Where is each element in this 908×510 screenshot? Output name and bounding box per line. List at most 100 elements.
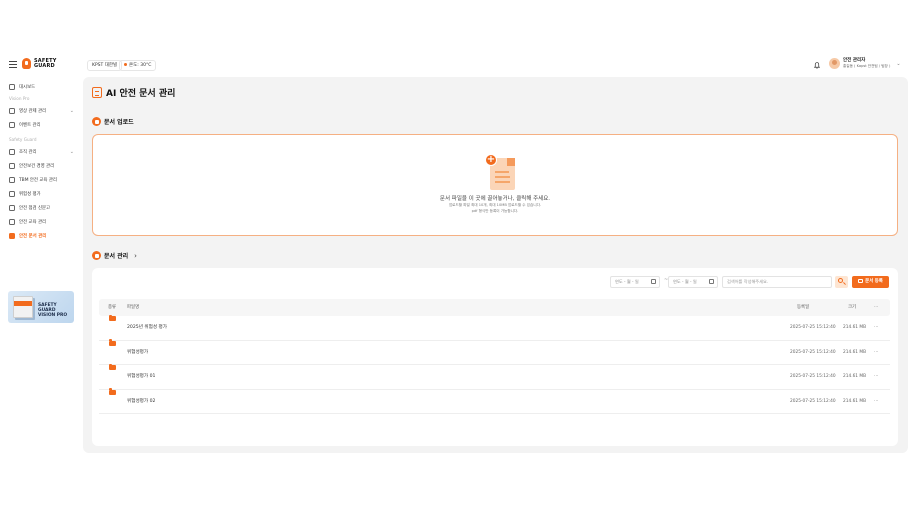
sidebar-item-label: 안전 교육 관리	[19, 220, 47, 225]
sidebar-item-documents[interactable]: 안전 문서 관리	[0, 229, 82, 243]
user-menu[interactable]: 안전 관리자 홍길동 ( Kapst 안전팀 / 팀장 ) ⌄	[829, 58, 901, 69]
temperature-dot-icon	[124, 63, 127, 66]
main-content: AI 안전 문서 관리 문서 업로드 + 문서 파일을 이 곳에 끌어놓거나, …	[83, 77, 908, 453]
menu-icon[interactable]	[9, 61, 17, 68]
site-chip[interactable]: KPST 대한빌	[87, 60, 123, 71]
table-header: 종류 파일명 등록일 크기 ···	[99, 299, 890, 316]
sidebar-item-event[interactable]: 이벤트 관리	[0, 118, 82, 132]
logo-line-2: GUARD	[34, 62, 55, 69]
table-row[interactable]: 위험성평가 02 2025-07-25 15:12:40 214.61 MB ·…	[99, 388, 890, 415]
bell-icon[interactable]	[814, 62, 820, 69]
chevron-down-icon: ⌄	[69, 108, 74, 114]
sidebar-section-safety-guard: Safety Guard	[9, 137, 37, 142]
date-from-input[interactable]: 연도 - 월 - 일	[610, 276, 660, 288]
sidebar-item-label: 대시보드	[19, 85, 36, 90]
register-document-button[interactable]: 문서 등록	[852, 276, 889, 288]
folder-plus-icon	[858, 278, 864, 283]
sidebar-item-education[interactable]: 안전 교육 관리	[0, 215, 82, 229]
more-icon[interactable]: ···	[874, 365, 878, 390]
sidebar-item-dashboard[interactable]: 대시보드	[0, 80, 82, 94]
file-date: 2025-07-25 15:12:40	[790, 349, 836, 355]
sidebar-item-label: 안전 문서 관리	[19, 234, 47, 239]
sidebar-item-label: 위험성 평가	[19, 192, 41, 197]
documents-heading-text: 문서 관리	[104, 253, 129, 260]
temperature-chip: 온도: 30°C	[119, 60, 157, 71]
upload-heading-text: 문서 업로드	[104, 119, 134, 126]
register-document-label: 문서 등록	[865, 279, 883, 284]
avatar	[829, 58, 840, 69]
file-add-icon: +	[485, 154, 515, 190]
column-more: ···	[874, 305, 879, 310]
folder-icon	[109, 388, 116, 395]
logo-text: SAFETY GUARD	[34, 58, 57, 69]
date-to-placeholder: 연도 - 월 - 일	[673, 279, 697, 284]
calendar-icon	[651, 279, 656, 284]
product-box-image	[13, 296, 33, 318]
upload-dropzone[interactable]: + 문서 파일을 이 곳에 끌어놓거나, 클릭해 주세요. 업로드할 파일 최대…	[92, 134, 898, 236]
management-icon	[9, 163, 15, 169]
app-root: SAFETY GUARD KPST 대한빌 온도: 30°C 안전 관리자 홍길…	[0, 0, 908, 510]
sidebar-item-risk[interactable]: 위험성 평가	[0, 187, 82, 201]
more-icon[interactable]: ···	[874, 341, 878, 366]
chevron-down-icon: ⌄	[69, 149, 74, 155]
file-date: 2025-07-25 15:12:40	[790, 398, 836, 404]
upload-limit-text: 업로드할 파일 최대 10개, 최대 10MB 업로드할 수 있습니다.	[448, 203, 542, 207]
banner-text: SAFETY GUARD VISION PRO	[38, 303, 74, 318]
file-date: 2025-07-25 15:12:40	[790, 374, 836, 379]
sidebar-item-management[interactable]: 안전보건 경영 관리	[0, 159, 82, 173]
document-icon	[9, 233, 15, 239]
upload-section-heading: 문서 업로드	[92, 117, 134, 126]
user-org: 홍길동 ( Kapst 안전팀 / 팀장 )	[843, 64, 891, 68]
file-name: 위험성평가	[127, 349, 149, 355]
organization-icon	[9, 149, 15, 155]
date-to-input[interactable]: 연도 - 월 - 일	[668, 276, 718, 288]
table-row[interactable]: 2025년 위험성 평가 2025-07-25 15:12:40 214.61 …	[99, 314, 890, 341]
file-size: 214.61 MB	[843, 374, 867, 379]
folder-icon	[92, 251, 101, 260]
tbm-icon	[9, 177, 15, 183]
column-date: 등록일	[797, 305, 810, 310]
sidebar-item-label: 이벤트 관리	[19, 123, 41, 128]
dashboard-icon	[9, 84, 15, 90]
more-icon[interactable]: ···	[874, 316, 878, 341]
event-icon	[9, 122, 15, 128]
folder-icon	[109, 363, 116, 370]
search-input[interactable]: 검색어를 작성해주세요.	[722, 276, 832, 288]
upload-instruction: 문서 파일을 이 곳에 끌어놓거나, 클릭해 주세요.	[439, 196, 551, 202]
date-from-placeholder: 연도 - 월 - 일	[615, 279, 639, 284]
table-row[interactable]: 위험성평가 01 2025-07-25 15:12:40 214.61 MB ·…	[99, 363, 890, 390]
page-title: AI 안전 문서 관리	[92, 86, 175, 99]
sidebar-item-inspection[interactable]: 안전 점검 신문고	[0, 201, 82, 215]
search-button[interactable]	[835, 276, 848, 288]
top-bar: SAFETY GUARD KPST 대한빌 온도: 30°C 안전 관리자 홍길…	[0, 56, 908, 76]
inspection-icon	[9, 205, 15, 211]
sidebar-item-label: 영상 관제 관리	[19, 109, 47, 114]
document-icon	[92, 87, 102, 98]
documents-card: 연도 - 월 - 일 ~ 연도 - 월 - 일 검색어를 작성해주세요. 문서 …	[92, 268, 898, 446]
shield-logo-icon	[22, 58, 31, 69]
vision-pro-banner[interactable]: SAFETY GUARD VISION PRO	[8, 291, 74, 323]
column-type: 종류	[108, 305, 117, 310]
risk-icon	[9, 191, 15, 197]
documents-section-heading[interactable]: 문서 관리 ›	[92, 251, 137, 260]
documents-table: 종류 파일명 등록일 크기 ··· 2025년 위험성 평가 2025-07-2…	[99, 299, 890, 414]
folder-icon	[109, 339, 116, 346]
folder-icon	[109, 314, 116, 321]
user-info: 안전 관리자 홍길동 ( Kapst 안전팀 / 팀장 )	[843, 58, 890, 69]
sidebar-item-video[interactable]: 영상 관제 관리 ⌄	[0, 104, 82, 118]
search-icon	[838, 278, 843, 283]
more-icon[interactable]: ···	[874, 390, 878, 415]
banner-line-2: VISION PRO	[38, 313, 68, 318]
sidebar: 대시보드 Vision Pro 영상 관제 관리 ⌄ 이벤트 관리 Safety …	[0, 80, 82, 243]
file-size: 214.61 MB	[843, 349, 867, 355]
sidebar-item-tbm[interactable]: TBM 안전 교육 관리	[0, 173, 82, 187]
column-name: 파일명	[127, 305, 140, 310]
sidebar-item-label: 조직 관리	[19, 150, 37, 155]
chevron-down-icon: ⌄	[896, 60, 901, 67]
table-row[interactable]: 위험성평가 2025-07-25 15:12:40 214.61 MB ···	[99, 339, 890, 366]
sidebar-item-organization[interactable]: 조직 관리 ⌄	[0, 145, 82, 159]
chevron-right-icon: ›	[134, 251, 137, 260]
search-placeholder: 검색어를 작성해주세요.	[727, 279, 769, 284]
logo[interactable]: SAFETY GUARD	[22, 58, 57, 69]
file-name: 위험성평가 01	[127, 374, 156, 379]
